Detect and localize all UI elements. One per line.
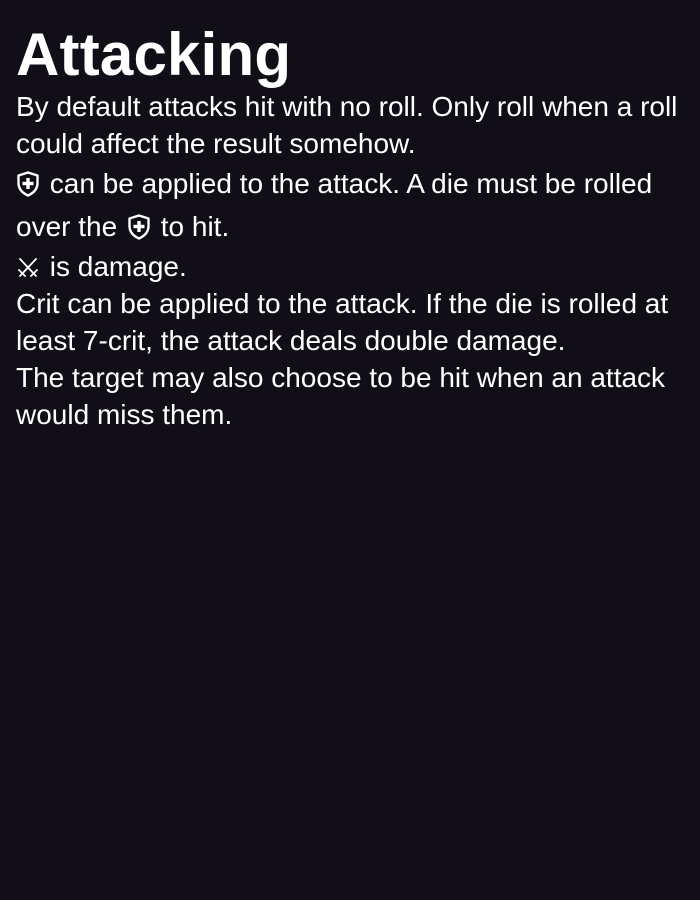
armor-text-a: can be applied to the attack. A die must… [16, 168, 653, 242]
page-title: Attacking [16, 21, 292, 88]
rules-paragraph-default-hit: By default attacks hit with no roll. Onl… [16, 91, 678, 159]
rules-paragraph-armor: can be applied to the attack. A die must… [16, 162, 684, 248]
rules-paragraph-damage: is damage. [16, 248, 684, 285]
armor-text-b: to hit. [160, 211, 230, 242]
crossed-swords-icon [16, 256, 40, 280]
damage-text: is damage. [49, 251, 187, 282]
rules-page: Attacking By default attacks hit with no… [0, 0, 700, 900]
rules-paragraph-target-choice: The target may also choose to be hit whe… [16, 362, 666, 430]
rules-paragraph-crit: Crit can be applied to the attack. If th… [16, 288, 669, 356]
shield-plus-icon [16, 171, 40, 197]
shield-plus-icon [127, 214, 151, 240]
